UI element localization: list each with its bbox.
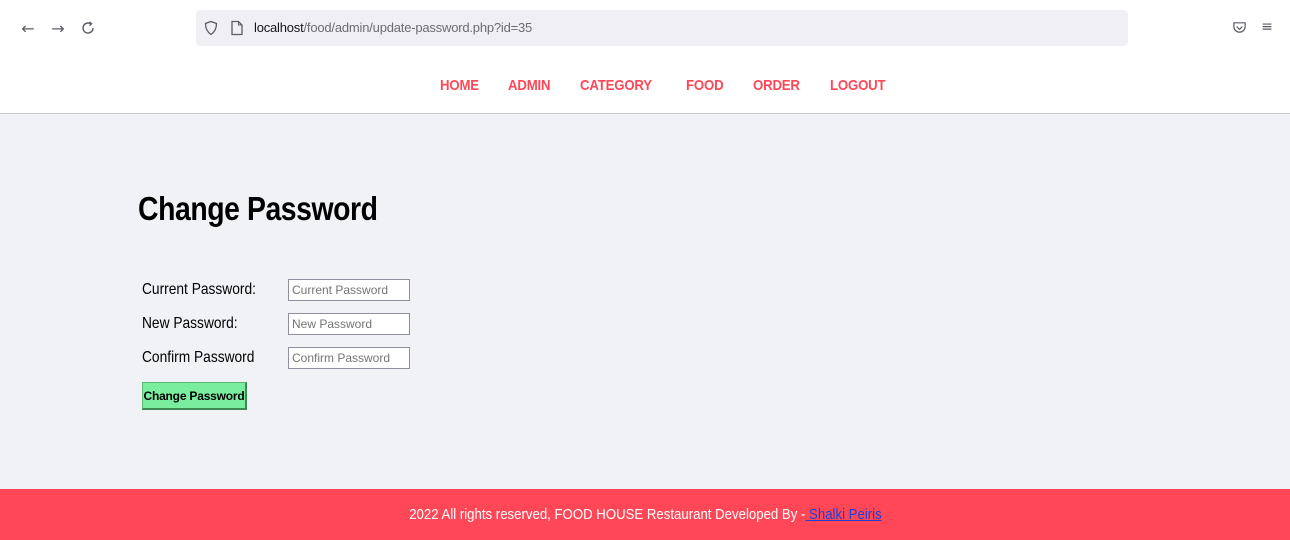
reload-icon[interactable] xyxy=(78,18,98,38)
footer-author-link[interactable]: Shalki Peiris xyxy=(805,506,882,523)
address-bar[interactable]: localhost/food/admin/update-password.php… xyxy=(196,10,1128,46)
menu-links: HOME ADMIN CATEGORY FOOD ORDER LOGOUT xyxy=(440,77,917,94)
new-password-label: New Password: xyxy=(142,315,238,332)
menu-logout[interactable]: LOGOUT xyxy=(830,77,886,94)
main-content: Change Password Current Password: New Pa… xyxy=(0,114,1290,489)
back-arrow-icon[interactable]: ← xyxy=(18,18,38,38)
new-password-input[interactable] xyxy=(288,313,410,335)
current-password-label: Current Password: xyxy=(142,281,256,298)
footer-text: 2022 All rights reserved, FOOD HOUSE Res… xyxy=(409,506,881,523)
url-host: localhost xyxy=(254,20,304,35)
url-path: /food/admin/update-password.php?id=35 xyxy=(303,20,533,35)
pocket-icon[interactable] xyxy=(1230,18,1248,36)
new-password-row: New Password: xyxy=(142,312,410,336)
footer: 2022 All rights reserved, FOOD HOUSE Res… xyxy=(0,489,1290,540)
shield-icon[interactable] xyxy=(202,19,220,37)
menu-admin[interactable]: ADMIN xyxy=(508,77,551,94)
page-icon[interactable] xyxy=(228,19,246,37)
url-text[interactable]: localhost/food/admin/update-password.php… xyxy=(254,20,532,35)
site-menu: HOME ADMIN CATEGORY FOOD ORDER LOGOUT xyxy=(0,56,1290,114)
menu-category[interactable]: CATEGORY xyxy=(580,77,652,94)
confirm-password-input[interactable] xyxy=(288,347,410,369)
current-password-input[interactable] xyxy=(288,279,410,301)
confirm-password-label: Confirm Password xyxy=(142,349,255,366)
hamburger-menu-icon[interactable]: ≡ xyxy=(1258,18,1276,36)
menu-order[interactable]: ORDER xyxy=(753,77,800,94)
page-title: Change Password xyxy=(138,190,378,227)
current-password-row: Current Password: xyxy=(142,278,410,302)
menu-food[interactable]: FOOD xyxy=(686,77,724,94)
confirm-password-row: Confirm Password xyxy=(142,346,410,370)
menu-home[interactable]: HOME xyxy=(440,77,479,94)
change-password-button[interactable]: Change Password xyxy=(142,382,247,410)
browser-toolbar: ← → localhost/food/admin/update-password… xyxy=(0,0,1290,56)
forward-arrow-icon[interactable]: → xyxy=(48,18,68,38)
footer-copyright: 2022 All rights reserved, FOOD HOUSE Res… xyxy=(408,506,805,523)
